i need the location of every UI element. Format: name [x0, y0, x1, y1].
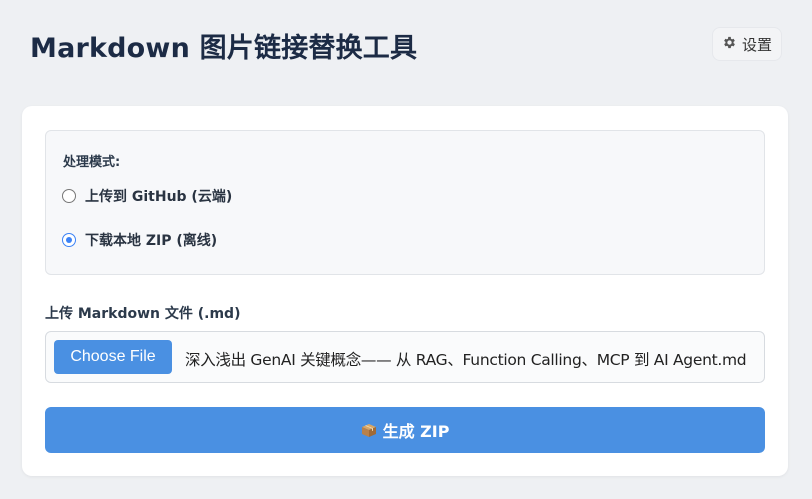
radio-button-zip[interactable]	[62, 233, 76, 247]
radio-button-github[interactable]	[62, 189, 76, 203]
selected-file-name: 深入浅出 GenAI 关键概念—— 从 RAG、Function Calling…	[185, 351, 747, 369]
generate-zip-button[interactable]: 生成 ZIP	[45, 407, 765, 453]
radio-label-zip: 下载本地 ZIP (离线)	[85, 233, 218, 249]
package-icon	[361, 423, 377, 438]
settings-label: 设置	[741, 35, 772, 54]
radio-local-zip[interactable]: 下载本地 ZIP (离线)	[62, 230, 217, 250]
page-title: Markdown 图片链接替换工具	[30, 33, 418, 64]
mode-panel: 处理模式: 上传到 GitHub (云端) 下载本地 ZIP (离线)	[45, 130, 765, 275]
main-card: 处理模式: 上传到 GitHub (云端) 下载本地 ZIP (离线) 上传 M…	[22, 106, 788, 476]
generate-label: 生成 ZIP	[382, 422, 450, 441]
radio-label-github: 上传到 GitHub (云端)	[85, 189, 233, 205]
file-input[interactable]: Choose File 深入浅出 GenAI 关键概念—— 从 RAG、Func…	[45, 331, 765, 383]
upload-label: 上传 Markdown 文件 (.md)	[45, 306, 241, 322]
radio-github-upload[interactable]: 上传到 GitHub (云端)	[62, 186, 232, 206]
gear-icon	[722, 35, 737, 54]
header: Markdown 图片链接替换工具 设置	[0, 0, 812, 90]
mode-label: 处理模式:	[63, 155, 121, 170]
choose-file-button[interactable]: Choose File	[54, 340, 172, 374]
settings-button[interactable]: 设置	[712, 27, 782, 61]
